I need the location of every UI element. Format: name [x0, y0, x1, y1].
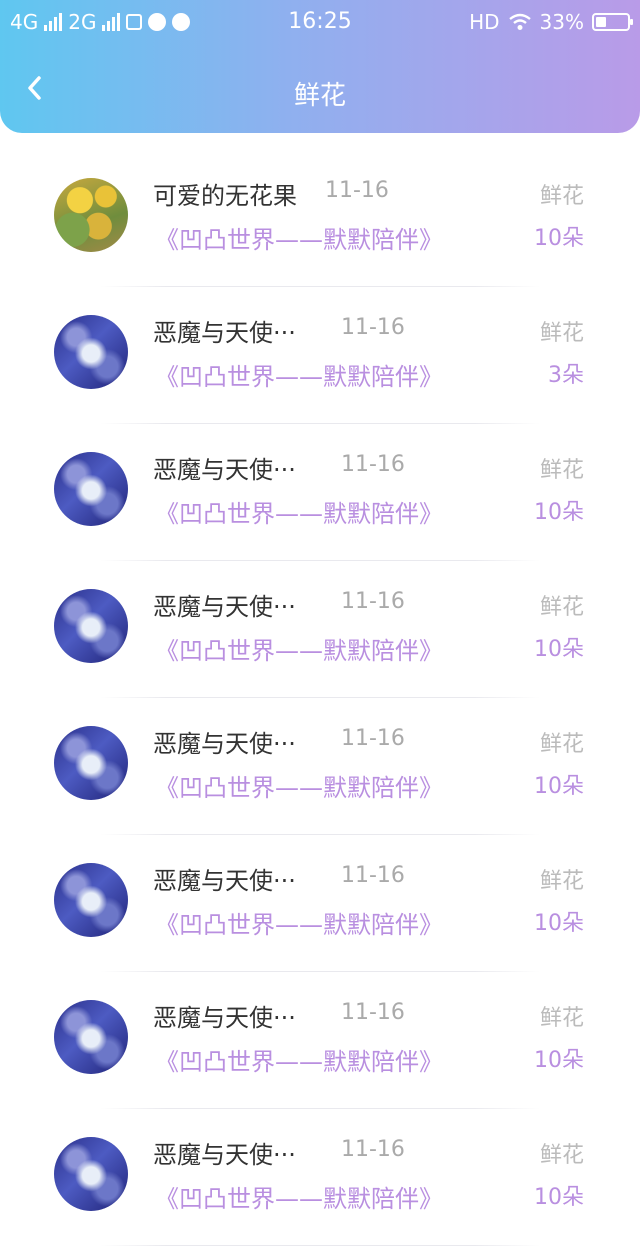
gift-type: 鲜花 — [539, 321, 584, 346]
gift-count: 10朵 — [534, 1185, 584, 1210]
header-bar: 4G 2G 16:25 HD 33% 鲜花 — [0, 0, 640, 133]
battery-icon — [592, 13, 633, 31]
work-title[interactable]: 《凹凸世界——默默陪伴》 — [155, 494, 443, 529]
battery-level-fill — [596, 17, 606, 27]
gift-record-list[interactable]: 可爱的无花果 11-16 《凹凸世界——默默陪伴》 鲜花 10朵 恶魔与天使··· 11-1… — [0, 150, 640, 1246]
avatar[interactable] — [54, 452, 128, 526]
list-item[interactable]: 恶魔与天使··· 11-16 《凹凸世界——默默陪伴》 鲜花 10朵 — [0, 698, 640, 835]
battery-percent: 33% — [539, 10, 584, 34]
user-name[interactable]: 恶魔与天使··· — [153, 998, 296, 1033]
user-name[interactable]: 恶魔与天使··· — [153, 1135, 296, 1170]
page-title: 鲜花 — [293, 81, 346, 111]
gift-count: 10朵 — [534, 500, 584, 525]
user-name[interactable]: 恶魔与天使··· — [153, 450, 296, 485]
list-item[interactable]: 恶魔与天使··· 11-16 《凹凸世界——默默陪伴》 鲜花 10朵 — [0, 561, 640, 698]
gift-count: 3朵 — [548, 363, 584, 388]
avatar[interactable] — [54, 1137, 128, 1211]
avatar[interactable] — [54, 315, 128, 389]
work-title[interactable]: 《凹凸世界——默默陪伴》 — [155, 357, 443, 392]
work-title[interactable]: 《凹凸世界——默默陪伴》 — [155, 1179, 443, 1214]
gift-type: 鲜花 — [539, 1143, 584, 1168]
work-title[interactable]: 《凹凸世界——默默陪伴》 — [155, 905, 443, 940]
gift-date: 11-16 — [341, 1000, 405, 1025]
list-item[interactable]: 恶魔与天使··· 11-16 《凹凸世界——默默陪伴》 鲜花 10朵 — [0, 1109, 640, 1246]
gift-count: 10朵 — [534, 1048, 584, 1073]
user-name[interactable]: 恶魔与天使··· — [153, 861, 296, 896]
gift-date: 11-16 — [341, 726, 405, 751]
work-title[interactable]: 《凹凸世界——默默陪伴》 — [155, 768, 443, 803]
nav-bar: 鲜花 — [0, 44, 640, 133]
gift-date: 11-16 — [341, 863, 405, 888]
avatar[interactable] — [54, 1000, 128, 1074]
list-item[interactable]: 恶魔与天使··· 11-16 《凹凸世界——默默陪伴》 鲜花 10朵 — [0, 972, 640, 1109]
gift-date: 11-16 — [325, 178, 389, 203]
gift-type: 鲜花 — [539, 184, 584, 209]
work-title[interactable]: 《凹凸世界——默默陪伴》 — [155, 1042, 443, 1077]
list-item[interactable]: 恶魔与天使··· 11-16 《凹凸世界——默默陪伴》 鲜花 3朵 — [0, 287, 640, 424]
gift-date: 11-16 — [341, 1137, 405, 1162]
gift-count: 10朵 — [534, 637, 584, 662]
user-name[interactable]: 恶魔与天使··· — [153, 313, 296, 348]
gift-type: 鲜花 — [539, 869, 584, 894]
status-bar: 4G 2G 16:25 HD 33% — [0, 0, 640, 44]
avatar[interactable] — [54, 863, 128, 937]
gift-count: 10朵 — [534, 226, 584, 251]
gift-count: 10朵 — [534, 774, 584, 799]
gift-count: 10朵 — [534, 911, 584, 936]
list-item[interactable]: 可爱的无花果 11-16 《凹凸世界——默默陪伴》 鲜花 10朵 — [0, 150, 640, 287]
wifi-icon — [508, 13, 531, 30]
user-name[interactable]: 恶魔与天使··· — [153, 724, 296, 759]
gift-type: 鲜花 — [539, 458, 584, 483]
avatar[interactable] — [54, 178, 128, 252]
work-title[interactable]: 《凹凸世界——默默陪伴》 — [155, 631, 443, 666]
gift-date: 11-16 — [341, 589, 405, 614]
user-name[interactable]: 恶魔与天使··· — [153, 587, 296, 622]
gift-date: 11-16 — [341, 315, 405, 340]
user-name[interactable]: 可爱的无花果 — [153, 176, 297, 211]
list-item[interactable]: 恶魔与天使··· 11-16 《凹凸世界——默默陪伴》 鲜花 10朵 — [0, 424, 640, 561]
hd-label: HD — [469, 10, 500, 34]
gift-type: 鲜花 — [539, 595, 584, 620]
avatar[interactable] — [54, 726, 128, 800]
avatar[interactable] — [54, 589, 128, 663]
work-title[interactable]: 《凹凸世界——默默陪伴》 — [155, 220, 443, 255]
list-item[interactable]: 恶魔与天使··· 11-16 《凹凸世界——默默陪伴》 鲜花 10朵 — [0, 835, 640, 972]
gift-type: 鲜花 — [539, 732, 584, 757]
gift-date: 11-16 — [341, 452, 405, 477]
gift-type: 鲜花 — [539, 1006, 584, 1031]
